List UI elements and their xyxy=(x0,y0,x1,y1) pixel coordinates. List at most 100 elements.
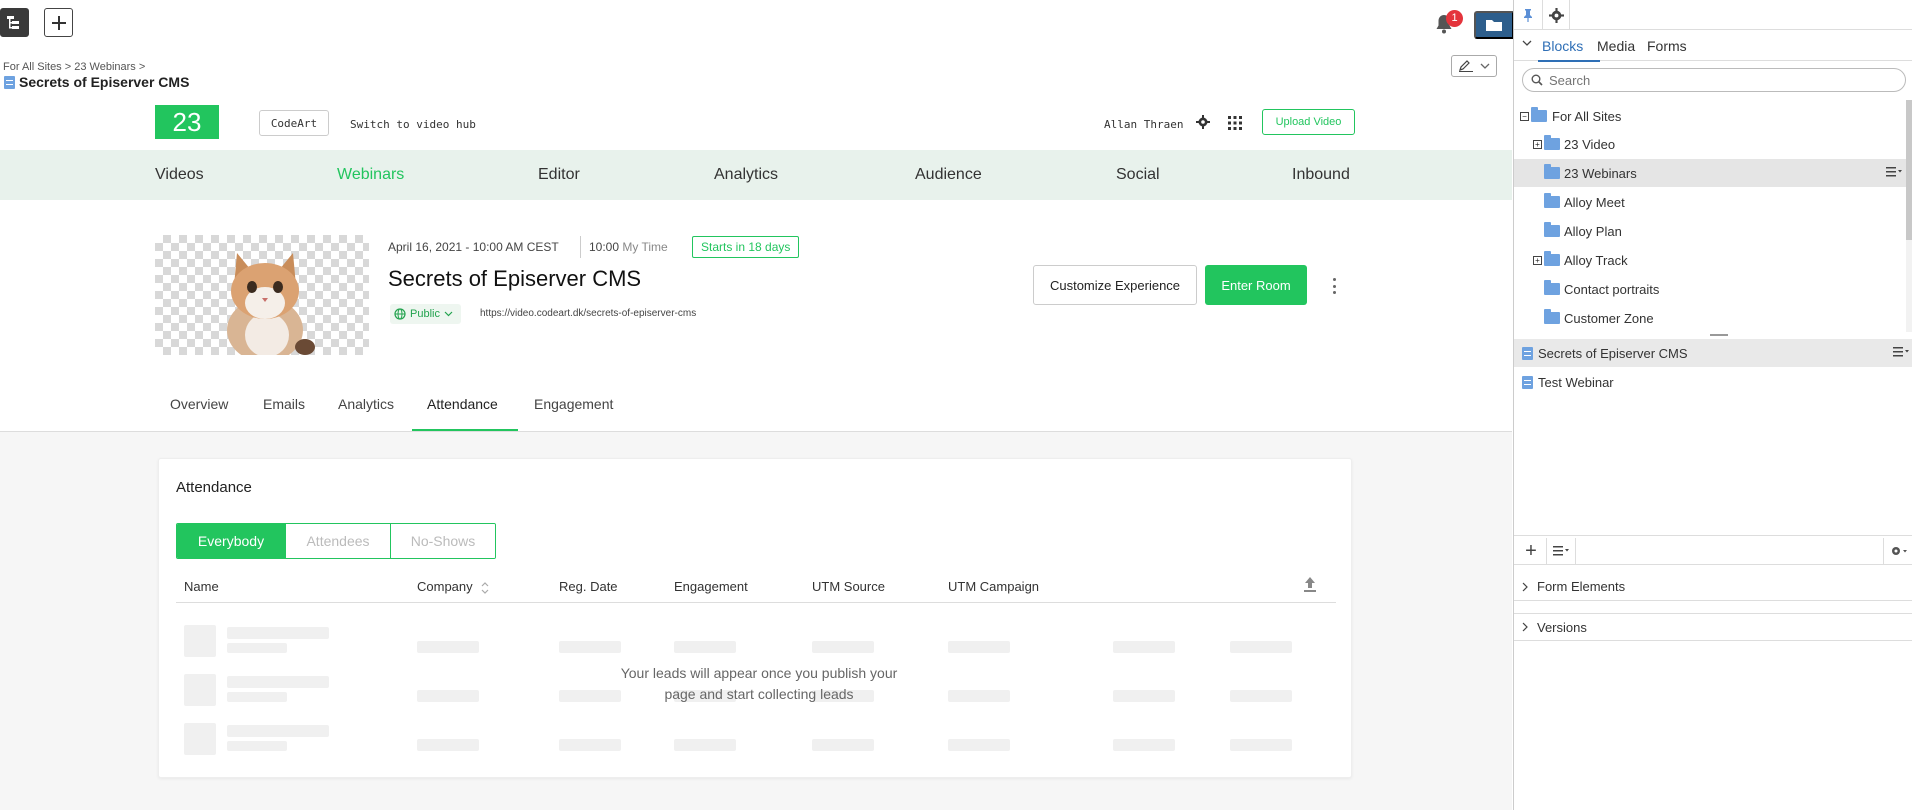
tree-item-customer-zone[interactable]: Customer Zone xyxy=(1514,304,1906,332)
expand-icon[interactable]: + xyxy=(1533,139,1542,149)
tab-blocks[interactable]: Blocks xyxy=(1542,38,1583,54)
tree-item-label: 23 Webinars xyxy=(1564,165,1637,181)
tab-forms[interactable]: Forms xyxy=(1647,38,1687,54)
active-tab-indicator xyxy=(1538,60,1600,62)
chevron-down-icon xyxy=(444,311,453,317)
event-tabs: Overview Emails Analytics Attendance Eng… xyxy=(0,376,1512,432)
switch-to-video-hub-link[interactable]: Switch to video hub xyxy=(350,118,476,131)
page-icon xyxy=(4,75,15,89)
pen-icon xyxy=(1459,60,1473,72)
tab-attendance[interactable]: Attendance xyxy=(427,396,498,412)
settings-gear-icon[interactable] xyxy=(1883,538,1912,564)
page-title: Secrets of Episerver CMS xyxy=(19,74,190,90)
column-header[interactable]: Engagement xyxy=(674,579,748,594)
breadcrumb-separator: > xyxy=(138,61,146,73)
tree-scrollbar[interactable] xyxy=(1906,100,1912,332)
nav-item-social[interactable]: Social xyxy=(1116,166,1160,184)
section-form-elements[interactable]: Form Elements xyxy=(1514,573,1912,601)
tree-item-alloy-track[interactable]: + Alloy Track xyxy=(1514,246,1906,274)
filter-everybody[interactable]: Everybody xyxy=(177,524,285,558)
tab-engagement[interactable]: Engagement xyxy=(534,396,613,412)
collapse-icon[interactable]: − xyxy=(1520,111,1529,121)
nav-item-webinars[interactable]: Webinars xyxy=(337,166,404,184)
search-input[interactable] xyxy=(1549,72,1889,88)
visibility-label: Public xyxy=(410,308,440,320)
context-menu-icon[interactable] xyxy=(1893,347,1909,357)
pin-icon[interactable] xyxy=(1514,0,1541,30)
event-date: April 16, 2021 - 10:00 AM CEST xyxy=(388,240,559,254)
folder-icon xyxy=(1544,164,1560,179)
breadcrumb-item[interactable]: 23 Webinars xyxy=(74,61,136,73)
plus-icon xyxy=(51,15,66,30)
tree-item-23-video[interactable]: + 23 Video xyxy=(1514,130,1906,158)
column-header[interactable]: Name xyxy=(184,579,219,594)
breadcrumb-separator: > xyxy=(64,61,72,73)
tree-item-23-webinars[interactable]: 23 Webinars xyxy=(1514,159,1906,187)
breadcrumb-item[interactable]: For All Sites xyxy=(3,61,62,73)
edit-mode-toggle[interactable] xyxy=(1451,55,1497,77)
notification-count-badge: 1 xyxy=(1446,10,1463,27)
event-title: Secrets of Episerver CMS xyxy=(388,266,642,291)
add-content-button[interactable] xyxy=(44,8,73,37)
section-versions[interactable]: Versions xyxy=(1514,613,1912,641)
more-options-icon[interactable] xyxy=(1326,276,1342,296)
tree-item-for-all-sites[interactable]: − For All Sites xyxy=(1514,102,1906,130)
event-url-link[interactable]: https://video.codeart.dk/secrets-of-epis… xyxy=(480,308,696,319)
main-navigation: Videos Webinars Editor Analytics Audienc… xyxy=(0,150,1512,200)
enter-room-button[interactable]: Enter Room xyxy=(1205,265,1307,305)
filter-no-shows[interactable]: No-Shows xyxy=(390,524,495,558)
navigation-tree-button[interactable] xyxy=(0,8,29,37)
add-icon[interactable]: + xyxy=(1518,538,1544,564)
column-header[interactable]: UTM Source xyxy=(812,579,885,594)
column-header[interactable]: Company xyxy=(417,579,490,595)
nav-item-analytics[interactable]: Analytics xyxy=(714,166,778,184)
app-header: 23 CodeArt Switch to video hub Allan Thr… xyxy=(0,94,1512,150)
export-icon[interactable] xyxy=(1302,575,1318,593)
column-header[interactable]: Reg. Date xyxy=(559,579,618,594)
nav-item-editor[interactable]: Editor xyxy=(538,166,580,184)
content-item-test-webinar[interactable]: Test Webinar xyxy=(1514,368,1912,396)
content-item-label: Test Webinar xyxy=(1538,374,1614,390)
nav-item-audience[interactable]: Audience xyxy=(915,166,982,184)
tab-emails[interactable]: Emails xyxy=(263,396,305,412)
starts-in-badge: Starts in 18 days xyxy=(692,236,800,258)
tab-analytics[interactable]: Analytics xyxy=(338,396,394,412)
context-menu-icon[interactable] xyxy=(1886,167,1902,177)
tree-item-contact-portraits[interactable]: Contact portraits xyxy=(1514,275,1906,303)
tree-item-alloy-meet[interactable]: Alloy Meet xyxy=(1514,188,1906,216)
settings-gear-icon[interactable] xyxy=(1196,115,1210,129)
assets-panel: Blocks Media Forms − For All Sites + 23 … xyxy=(1513,0,1912,810)
content-item-label: Secrets of Episerver CMS xyxy=(1538,345,1688,361)
tab-overview[interactable]: Overview xyxy=(170,396,228,412)
folder-icon xyxy=(1544,222,1560,237)
assets-panel-button[interactable] xyxy=(1474,11,1514,39)
split-handle[interactable] xyxy=(1710,334,1728,336)
filter-attendees[interactable]: Attendees xyxy=(285,524,390,558)
panel-tabs: Blocks Media Forms xyxy=(1514,31,1912,62)
visibility-dropdown[interactable]: Public xyxy=(390,304,461,324)
chevron-down-icon[interactable] xyxy=(1522,39,1532,47)
tree-item-alloy-plan[interactable]: Alloy Plan xyxy=(1514,217,1906,245)
nav-item-inbound[interactable]: Inbound xyxy=(1292,166,1350,184)
divider xyxy=(580,236,581,258)
content-item-secrets-of-episerver-cms[interactable]: Secrets of Episerver CMS xyxy=(1514,339,1912,367)
column-header[interactable]: UTM Campaign xyxy=(948,579,1039,594)
tree-icon xyxy=(6,15,19,29)
nav-item-videos[interactable]: Videos xyxy=(155,166,204,184)
apps-grid-icon[interactable] xyxy=(1228,116,1242,130)
empty-state-message: Your leads will appear once you publish … xyxy=(559,663,959,705)
expand-icon[interactable]: + xyxy=(1533,255,1542,265)
user-name[interactable]: Allan Thraen xyxy=(1104,118,1183,131)
customize-experience-button[interactable]: Customize Experience xyxy=(1033,265,1197,305)
account-button[interactable]: CodeArt xyxy=(259,110,329,136)
panel-settings-icon[interactable] xyxy=(1542,0,1570,30)
app-logo[interactable]: 23 xyxy=(155,105,219,139)
panel-bottom-toolbar: + xyxy=(1514,535,1912,565)
upload-video-button[interactable]: Upload Video xyxy=(1262,109,1355,135)
search-field[interactable] xyxy=(1522,68,1906,92)
section-label: Versions xyxy=(1537,619,1587,635)
tree-item-label: For All Sites xyxy=(1552,108,1622,124)
my-time-label: My Time xyxy=(622,240,668,254)
tab-media[interactable]: Media xyxy=(1597,38,1635,54)
list-options-icon[interactable] xyxy=(1546,538,1576,564)
